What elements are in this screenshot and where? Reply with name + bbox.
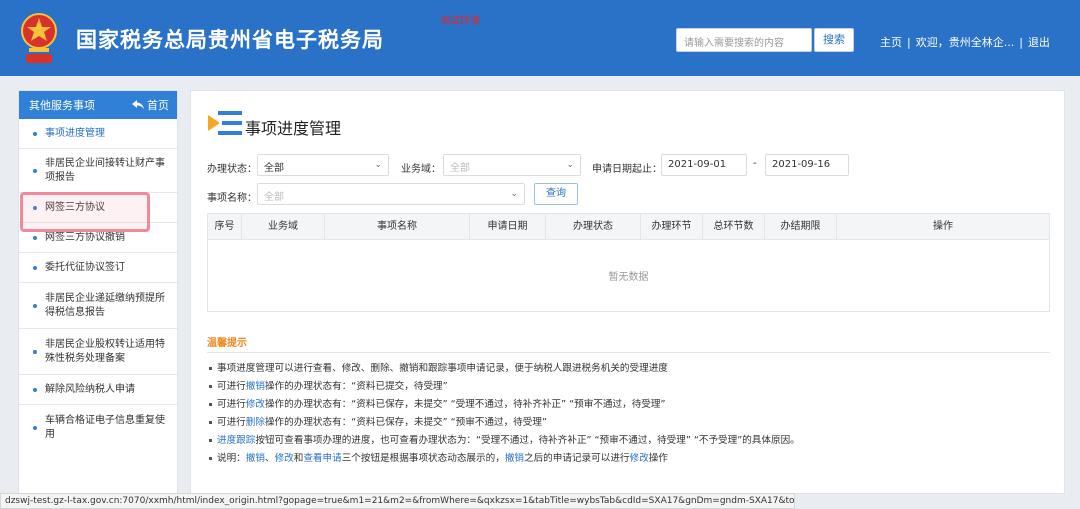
sidebar-item-vehicle-certificate-reuse[interactable]: 车辆合格证电子信息重复使用 [19, 405, 177, 451]
browser-status-bar: dzswj-test.gz-l-tax.gov.cn:7070/xxmh/htm… [0, 493, 795, 509]
bullet-icon [33, 426, 37, 430]
back-arrow-icon [131, 100, 144, 109]
modify-link[interactable]: 修改 [275, 453, 294, 464]
chevron-down-icon: ⌄ [566, 160, 574, 170]
revoke-link[interactable]: 撤销 [246, 381, 265, 392]
sidebar-item-label: 委托代征协议签订 [45, 261, 125, 273]
top-header: 国家税务总局贵州省电子税务局 测试环境 请输入需要搜索的内容 搜索 主页 | 欢迎，… [0, 0, 1080, 76]
status-filter-label: 办理状态： [207, 164, 257, 175]
sidebar-item-label: 车辆合格证电子信息重复使用 [45, 415, 165, 440]
sidebar-item-risk-taxpayer-release[interactable]: 解除风险纳税人申请 [19, 375, 177, 405]
tip-line: 可进行撤销操作的办理状态有：“资料已提交，待受理” [209, 378, 448, 392]
column-header: 办结期限 [765, 214, 837, 240]
sidebar-item-label: 非居民企业间接转让财产事项报告 [45, 157, 165, 183]
bullet-icon [209, 402, 212, 406]
sidebar-item-label: 事项进度管理 [45, 127, 105, 139]
sidebar-item-indirect-transfer-report[interactable]: 非居民企业间接转让财产事项报告 [19, 149, 177, 193]
site-title: 国家税务总局贵州省电子税务局 [76, 28, 384, 52]
tax-emblem-logo [21, 13, 57, 63]
chevron-down-icon: ⌄ [510, 189, 518, 199]
sidebar-item-entrusted-collection-agreement[interactable]: 委托代征协议签订 [19, 253, 177, 283]
column-header: 办理状态 [546, 214, 641, 240]
bullet-icon [33, 303, 37, 308]
home-link[interactable]: 主页 [880, 36, 902, 49]
revoke-link[interactable]: 撤销 [246, 453, 265, 464]
domain-select-placeholder: 全部 [450, 163, 470, 174]
progress-tracking-link[interactable]: 进度跟踪 [217, 435, 255, 446]
sidebar-item-online-tripartite-agreement[interactable]: 网签三方协议 [19, 193, 177, 223]
delete-link[interactable]: 删除 [246, 417, 265, 428]
bullet-icon [209, 366, 212, 370]
bullet-icon [33, 131, 37, 136]
date-range-label: 申请日期起止： [592, 164, 662, 175]
table-header: 序号 业务域 事项名称 申请日期 办理状态 办理环节 总环节数 办结期限 操作 [208, 214, 1049, 240]
column-header: 申请日期 [470, 214, 546, 240]
tip-line: 进度跟踪按钮可查看事项办理的进度，也可查看办理状态为：“受理不通过，待补齐补正”… [209, 432, 800, 446]
search-button[interactable]: 搜索 [814, 28, 854, 52]
item-name-select[interactable]: 全部 ⌄ [257, 183, 525, 205]
column-header: 序号 [208, 214, 242, 240]
column-header: 操作 [933, 221, 953, 232]
revoke-link[interactable]: 撤销 [505, 453, 524, 464]
item-name-placeholder: 全部 [264, 192, 284, 203]
sidebar-item-deferred-withholding-report[interactable]: 非居民企业递延缴纳预提所得税信息报告 [19, 283, 177, 329]
sidebar-item-progress-management[interactable]: 事项进度管理 [19, 119, 177, 149]
bullet-icon [33, 265, 37, 270]
sidebar: 其他服务事项 首页 事项进度管理 非居民企业间接转让财产事项报告 网签三方协议 … [18, 90, 178, 494]
sidebar-item-label: 网签三方协议撤销 [45, 231, 125, 243]
sidebar-item-label: 网签三方协议 [45, 201, 105, 213]
column-header: 业务域 [242, 214, 325, 240]
tips-title: 温馨提示 [207, 338, 247, 349]
modify-link[interactable]: 修改 [246, 399, 265, 410]
status-select[interactable]: 全部 ⌄ [257, 154, 389, 176]
bullet-icon [209, 438, 212, 442]
bullet-icon [33, 168, 37, 173]
bullet-icon [33, 387, 37, 392]
sidebar-item-special-tax-filing[interactable]: 非居民企业股权转让适用特殊性税务处理备案 [19, 329, 177, 375]
domain-select[interactable]: 全部 ⌄ [443, 154, 581, 176]
sidebar-title: 其他服务事项 [29, 99, 95, 112]
column-header: 事项名称 [325, 214, 470, 240]
column-header: 办理环节 [641, 214, 703, 240]
sidebar-item-label: 非居民企业递延缴纳预提所得税信息报告 [45, 292, 165, 318]
sidebar-home-link[interactable]: 首页 [131, 97, 169, 113]
page-title: 事项进度管理 [245, 119, 342, 138]
item-name-label: 事项名称： [207, 193, 257, 204]
list-progress-icon [208, 111, 242, 135]
bullet-icon [33, 205, 37, 210]
sidebar-home-label: 首页 [147, 99, 169, 112]
query-button[interactable]: 查询 [534, 183, 578, 205]
tips-divider [207, 352, 1050, 353]
tip-line: 事项进度管理可以进行查看、修改、删除、撤销和跟踪事项申请记录，便于纳税人跟进税务… [209, 360, 668, 374]
welcome-user-link[interactable]: 欢迎，贵州全林企... [916, 36, 1015, 49]
domain-filter-label: 业务域： [401, 164, 441, 175]
search-input[interactable]: 请输入需要搜索的内容 [676, 28, 812, 52]
environment-badge: 测试环境 [440, 16, 480, 27]
bullet-icon [209, 456, 212, 460]
top-nav: 主页 | 欢迎，贵州全林企... | 退出 [880, 36, 1050, 49]
tip-line: 可进行修改操作的办理状态有：“资料已保存，未提交” “受理不通过，待补齐补正” … [209, 396, 665, 410]
sidebar-item-label: 非居民企业股权转让适用特殊性税务处理备案 [45, 338, 165, 364]
modify-link[interactable]: 修改 [630, 453, 649, 464]
bullet-icon [209, 420, 212, 424]
sidebar-header: 其他服务事项 首页 [19, 91, 177, 119]
sidebar-item-label: 解除风险纳税人申请 [45, 383, 135, 395]
chevron-down-icon: ⌄ [374, 160, 382, 170]
tip-line: 可进行删除操作的办理状态有：“资料已保存，未提交” “预审不通过，待受理” [209, 414, 547, 428]
column-header: 总环节数 [703, 214, 765, 240]
view-application-link[interactable]: 查看申请 [303, 453, 341, 464]
empty-table-message: 暂无数据 [608, 272, 649, 283]
date-separator: - [753, 158, 757, 169]
bullet-icon [33, 235, 37, 240]
bullet-icon [209, 384, 212, 388]
main-panel: 事项进度管理 办理状态： 全部 ⌄ 业务域： 全部 ⌄ 申请日期起止： 2021… [190, 90, 1065, 494]
date-start-input[interactable]: 2021-09-01 [661, 154, 747, 176]
date-end-input[interactable]: 2021-09-16 [765, 154, 849, 176]
status-select-value: 全部 [264, 163, 284, 174]
sidebar-item-tripartite-agreement-revoke[interactable]: 网签三方协议撤销 [19, 223, 177, 253]
bullet-icon [33, 349, 37, 354]
progress-table: 序号 业务域 事项名称 申请日期 办理状态 办理环节 总环节数 办结期限 操作 … [207, 213, 1050, 312]
tip-line: 说明：撤销、修改和查看申请三个按钮是根据事项状态动态展示的，撤销之后的申请记录可… [209, 450, 668, 464]
logout-link[interactable]: 退出 [1028, 36, 1050, 49]
